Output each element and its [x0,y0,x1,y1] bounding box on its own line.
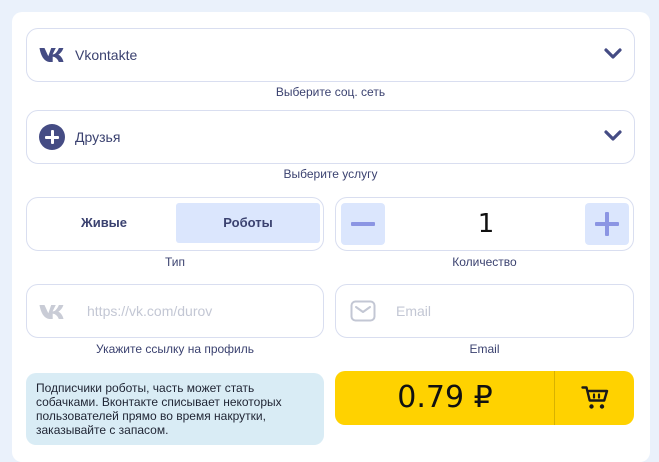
chevron-down-icon [604,130,622,141]
type-toggle: Живые Роботы [26,197,324,251]
profile-link-placeholder: https://vk.com/durov [87,303,213,319]
chevron-down-icon [604,48,622,59]
type-option-robots[interactable]: Роботы [176,203,320,243]
social-network-select[interactable]: Vkontakte [26,28,635,82]
service-select[interactable]: Друзья [26,110,635,164]
buy-divider [554,371,555,425]
envelope-icon [350,300,376,327]
quantity-caption: Количество [452,255,517,269]
social-network-value: Vkontakte [75,47,138,63]
vk-icon [39,304,65,325]
email-placeholder: Email [396,303,432,319]
profile-link-input[interactable]: https://vk.com/durov [26,284,324,338]
increment-button[interactable] [585,203,629,245]
plus-circle-icon [39,124,65,150]
type-option-live[interactable]: Живые [32,203,176,243]
cart-icon[interactable] [581,385,609,416]
info-note: Подписчики роботы, часть может стать соб… [26,373,324,445]
vk-icon [39,47,65,68]
decrement-button[interactable] [341,203,385,245]
minus-icon [351,222,375,226]
buy-button[interactable]: 0.79 ₽ [335,371,634,425]
social-network-caption: Выберите соц. сеть [275,85,386,99]
email-input[interactable]: Email [335,284,634,338]
service-caption: Выберите услугу [283,167,378,181]
type-caption: Тип [164,255,185,269]
quantity-value[interactable]: 1 [436,198,536,250]
order-price: 0.79 ₽ [397,380,493,415]
email-caption: Email [469,342,500,356]
quantity-stepper: 1 [335,197,634,251]
service-value: Друзья [75,129,121,145]
profile-link-caption: Укажите ссылку на профиль [95,342,255,356]
